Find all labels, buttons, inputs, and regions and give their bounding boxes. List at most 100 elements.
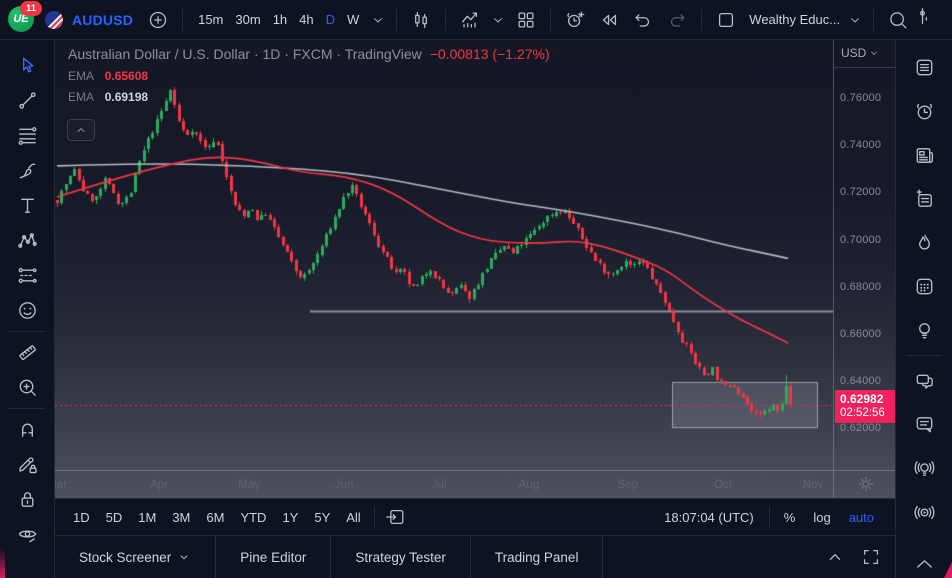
clock[interactable]: 18:07:04 (UTC): [664, 510, 764, 525]
ema-legend-1[interactable]: EMA 0.65608: [68, 69, 550, 83]
time-axis[interactable]: MarAprMayJunJulAugSepOctNov: [55, 471, 895, 498]
tool-fib-lines-icon[interactable]: [8, 118, 46, 153]
panel-expand-chevron-up-button[interactable]: [817, 536, 853, 578]
tool-emoji-icon[interactable]: [8, 293, 46, 328]
ema-value: 0.69198: [105, 90, 148, 104]
chart-settings-gear-icon[interactable]: [855, 473, 877, 495]
sidebar-streams-icon[interactable]: [905, 447, 943, 491]
price-tick: 0.62000: [840, 422, 881, 434]
tool-text-icon[interactable]: [8, 188, 46, 223]
tool-draw-lock-icon[interactable]: [8, 447, 46, 482]
range-5d[interactable]: 5D: [98, 506, 131, 529]
goto-date-button[interactable]: [380, 502, 410, 532]
timeframe-chevron-down-icon[interactable]: [369, 11, 387, 29]
time-tick-apr: Apr: [150, 479, 168, 491]
tool-trend-line-icon[interactable]: [8, 83, 46, 118]
timeframe-1h[interactable]: 1h: [267, 8, 293, 31]
last-price-label: 0.62982 02:52:56: [835, 390, 895, 423]
settings-sliders-icon-partial[interactable]: [917, 5, 927, 35]
sidebar-alerts-icon[interactable]: [905, 90, 943, 134]
tab-trading-panel[interactable]: Trading Panel: [471, 536, 604, 578]
symbol-flag-icon: [45, 11, 63, 29]
tool-zoom-in-icon[interactable]: [8, 370, 46, 405]
tool-ruler-icon[interactable]: [8, 335, 46, 370]
sidebar-ideas-icon[interactable]: [905, 309, 943, 353]
tool-xabcd-pattern-icon[interactable]: [8, 223, 46, 258]
symbol-button[interactable]: AUDUSD: [72, 12, 133, 28]
toolbar-separator: [182, 9, 183, 31]
range-ytd[interactable]: YTD: [232, 506, 274, 529]
auto-scale-button[interactable]: auto: [840, 506, 883, 529]
sidebar-live-icon[interactable]: [905, 490, 943, 534]
range-3m[interactable]: 3M: [164, 506, 198, 529]
sidebar-comments-icon[interactable]: [905, 403, 943, 447]
sidebar-home-partial-icon[interactable]: [905, 534, 943, 578]
drawing-toolbar: [0, 40, 55, 578]
price-tick: 0.70000: [840, 234, 881, 246]
layout-grid-button[interactable]: [511, 5, 541, 35]
timeframe-15m[interactable]: 15m: [192, 8, 229, 31]
app-logo[interactable]: UE 11: [8, 6, 35, 33]
time-tick-sep: Sep: [618, 479, 638, 491]
percent-scale-button[interactable]: %: [775, 506, 805, 529]
ema-legend-2[interactable]: EMA 0.69198: [68, 90, 550, 104]
ema-label: EMA: [68, 90, 93, 104]
currency-label: USD: [841, 46, 866, 60]
toolbar-separator: [701, 9, 702, 31]
undo-button[interactable]: [628, 5, 658, 35]
redo-button[interactable]: [662, 5, 692, 35]
price-tick: 0.72000: [840, 186, 881, 198]
save-layout-icon[interactable]: [711, 5, 741, 35]
sidebar-chats-icon[interactable]: [905, 359, 943, 403]
sidebar-hotlists-icon[interactable]: [905, 221, 943, 265]
timeframe-w[interactable]: W: [341, 8, 365, 31]
create-alert-button[interactable]: [560, 5, 590, 35]
timeframe-30m[interactable]: 30m: [229, 8, 266, 31]
range-5y[interactable]: 5Y: [306, 506, 338, 529]
time-tick-mar: Mar: [55, 479, 67, 491]
price-canvas[interactable]: [55, 40, 833, 470]
sidebar-news-icon[interactable]: [905, 134, 943, 178]
log-scale-button[interactable]: log: [804, 506, 839, 529]
tool-brush-icon[interactable]: [8, 153, 46, 188]
range-6m[interactable]: 6M: [198, 506, 232, 529]
tool-magnet-icon[interactable]: [8, 412, 46, 447]
bottom-range-bar: 1D5D1M3M6MYTD1Y5YAll 18:07:04 (UTC) % lo…: [55, 498, 895, 535]
sidebar-text-notes-icon[interactable]: [905, 177, 943, 221]
tab-pine-editor[interactable]: Pine Editor: [216, 536, 331, 578]
tool-cursor-icon[interactable]: [8, 48, 46, 83]
indicators-button[interactable]: [455, 5, 485, 35]
compare-add-symbol-button[interactable]: [143, 5, 173, 35]
sidebar-watchlist-icon[interactable]: [905, 46, 943, 90]
chart-area[interactable]: Australian Dollar / U.S. Dollar · 1D · F…: [55, 40, 895, 498]
range-1d[interactable]: 1D: [65, 506, 98, 529]
price-axis[interactable]: USD 0.760000.740000.720000.700000.680000…: [834, 40, 895, 498]
range-1m[interactable]: 1M: [130, 506, 164, 529]
bar-replay-button[interactable]: [594, 5, 624, 35]
toolbar-divider: [9, 408, 45, 409]
legend-collapse-button[interactable]: [67, 119, 95, 141]
layout-chevron-down-icon[interactable]: [846, 11, 864, 29]
indicators-chevron-down-icon[interactable]: [489, 11, 507, 29]
timeframe-d[interactable]: D: [320, 8, 341, 31]
sidebar-calendar-icon[interactable]: [905, 265, 943, 309]
currency-selector[interactable]: USD: [841, 46, 880, 60]
timeframe-4h[interactable]: 4h: [293, 8, 319, 31]
search-button[interactable]: [883, 5, 913, 35]
right-sidebar: [895, 40, 952, 578]
timeframe-group: 15m30m1h4hDW: [192, 8, 365, 31]
notification-badge: 11: [20, 1, 42, 16]
tool-forecast-icon[interactable]: [8, 258, 46, 293]
tab-stock-screener[interactable]: Stock Screener: [55, 536, 216, 578]
chart-title-row[interactable]: Australian Dollar / U.S. Dollar · 1D · F…: [68, 46, 550, 62]
tabs-spacer: [603, 536, 817, 578]
tab-strategy-tester[interactable]: Strategy Tester: [331, 536, 471, 578]
fullscreen-button[interactable]: [853, 536, 889, 578]
tool-hide-all-icon[interactable]: [8, 517, 46, 552]
tool-lock-all-icon[interactable]: [8, 482, 46, 517]
sidebar-divider: [906, 355, 942, 356]
range-all[interactable]: All: [338, 506, 368, 529]
layout-name[interactable]: Wealthy Educ...: [749, 12, 840, 27]
range-1y[interactable]: 1Y: [274, 506, 306, 529]
chart-style-candles-button[interactable]: [406, 5, 436, 35]
